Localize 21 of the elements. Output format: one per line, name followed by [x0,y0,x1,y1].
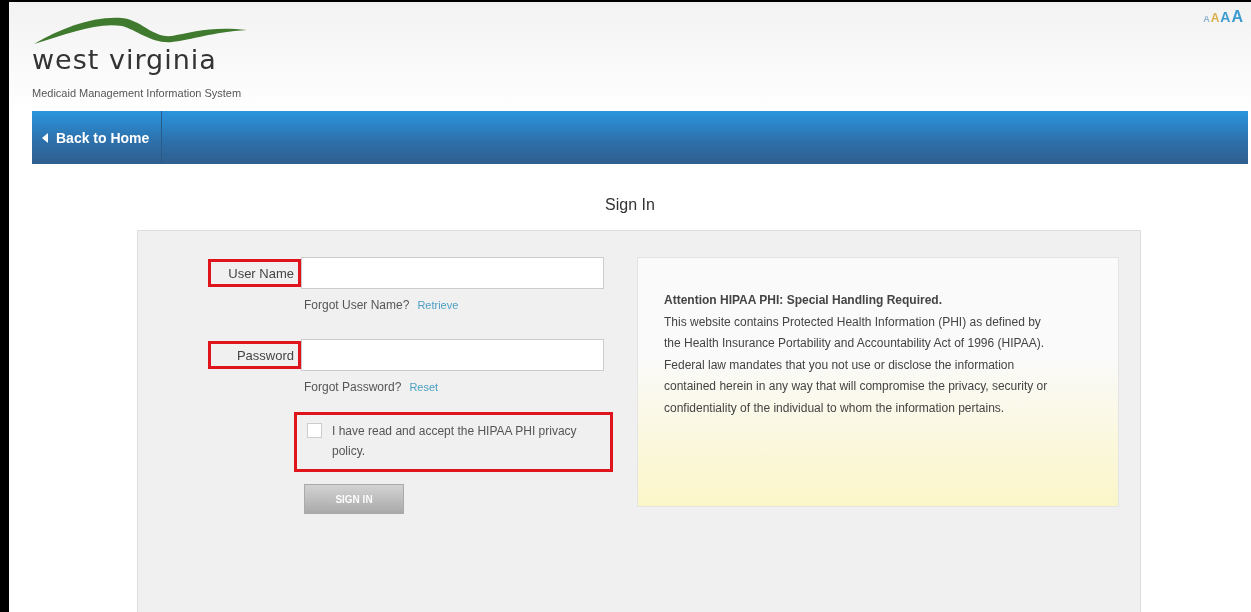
help-link[interactable]: Retrieve [417,299,459,311]
help-text: Forgot User Name? [304,298,410,312]
notice-heading: Attention HIPAA PHI: Special Handling Required. [664,292,943,309]
input-field[interactable] [301,257,604,289]
field-label: User Name [208,259,301,287]
font-size-button[interactable]: A [1210,11,1220,25]
field-label: Password [208,341,301,369]
logo-text: west virginia [32,44,218,75]
input-field[interactable] [301,339,604,371]
page-title: Sign In [604,196,656,214]
font-size-button[interactable]: A [1231,8,1243,26]
font-size-button[interactable]: A [1203,14,1210,24]
agreement-text: I have read and accept the HIPAA PHI privacy policy. [332,423,578,460]
subtitle: Medicaid Management Information System [32,87,243,99]
font-size-button[interactable]: A [1220,9,1231,25]
caret-icon [42,132,48,143]
checkbox[interactable] [307,423,322,438]
help-link[interactable]: Reset [409,381,439,393]
notice-text: This website contains Protected Health Information (PHI) as defined by the Health Insurance Portability and Accountability Act of 1996 (HIPAA). Federal law mandates that you not use or disclose the information contained herein in any way that will compromise the privacy, security or confidentiality of the individual to whom the information pertains. [664,313,1049,417]
back-to-home-link[interactable]: Back to Home [32,111,163,164]
help-text: Forgot Password? [304,380,402,394]
